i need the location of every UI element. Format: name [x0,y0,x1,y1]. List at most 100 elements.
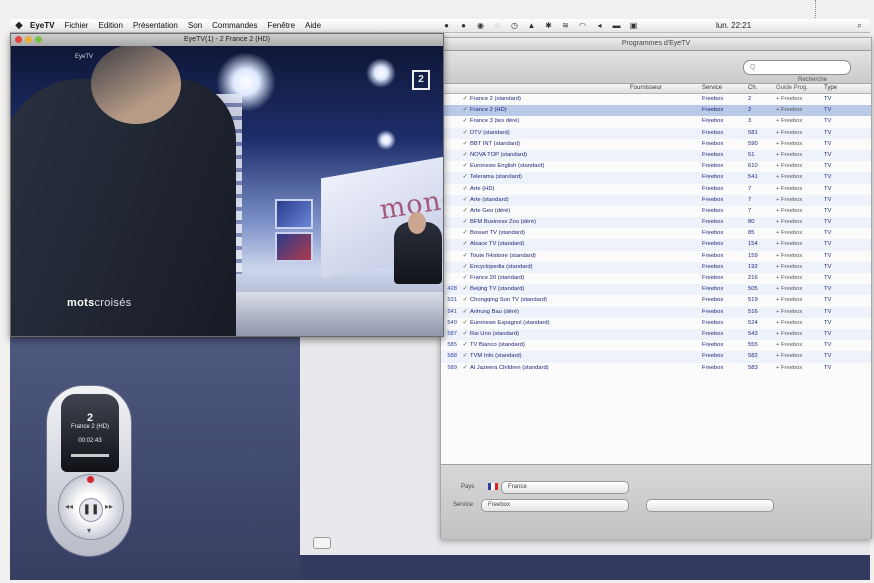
channel-check-icon[interactable]: ✓ [460,161,470,172]
service-popup[interactable]: Freebox [481,499,629,512]
channel-row[interactable]: ✓ France 2 (standard) Freebox 2 + Freebox TV [441,94,871,105]
status-battery-icon[interactable]: ▬ [612,21,621,30]
channel-check-icon[interactable]: ✓ [460,239,470,250]
channel-check-icon[interactable]: ✓ [460,128,470,139]
channel-row[interactable]: 587 ✓ Rai Uno (standard) Freebox 543 + Freebo… [441,328,871,341]
channel-check-icon[interactable]: ✓ [460,172,470,183]
channel-name: Rai Uno (standard) [470,330,519,337]
status-bluetooth-icon[interactable]: ✱ [544,21,553,30]
channel-service: Freebox [702,196,724,203]
channel-row[interactable]: 428 ✓ Beijing TV (standard) Freebox 505 + Fre… [441,284,871,296]
channel-row[interactable]: ✓ Toute l'Histoire (standard) Freebox 159 + … [441,251,871,262]
channel-check-icon[interactable]: ✓ [460,105,470,116]
channel-check-icon[interactable]: ✓ [460,262,470,273]
play-pause-button[interactable]: ❚❚ [79,498,103,522]
col-type[interactable]: Type [824,84,844,93]
channel-check-icon[interactable]: ✓ [460,94,470,105]
status-time-machine-icon[interactable]: ◷ [510,21,519,30]
channel-guide: + Freebox [776,230,803,237]
spotlight-icon[interactable]: ⌕ [857,20,862,31]
status-record-icon[interactable]: ● [459,21,468,30]
channel-row[interactable]: ✓ Bosuet TV (standard) Freebox 85 + Freebox T… [441,228,871,239]
rewind-icon[interactable]: ◂◂ [65,502,73,511]
channel-row[interactable]: ✓ Encyclopedia (standard) Freebox 192 + Free… [441,261,871,273]
country-popup[interactable]: France [501,481,629,494]
options-button[interactable] [646,499,774,512]
channel-guide: + Freebox [776,207,803,214]
channel-check-icon[interactable]: ✓ [460,184,470,195]
channel-check-icon[interactable]: ✓ [460,206,470,217]
menu-fichier[interactable]: Fichier [64,21,88,30]
channel-check-icon[interactable]: ✓ [460,351,470,362]
menu-app[interactable]: EyeTV [30,21,54,30]
zoom-button[interactable] [35,36,42,43]
programs-search-field[interactable]: Q [743,60,851,75]
minimize-button[interactable] [25,36,32,43]
menu-son[interactable]: Son [188,21,202,30]
channel-check-icon[interactable]: ✓ [460,284,470,295]
menu-aide[interactable]: Aide [305,21,321,30]
channel-check-icon[interactable]: ✓ [460,217,470,228]
channel-check-icon[interactable]: ✓ [460,329,470,340]
channel-row[interactable]: ✓ NOVA TOP (standard) Freebox 51 + Freebox TV [441,149,871,162]
status-display-icon[interactable]: ▣ [629,21,638,30]
status-airport-icon[interactable]: ≋ [561,21,570,30]
channel-check-icon[interactable]: ✓ [460,195,470,206]
desktop-item-icon[interactable] [313,537,331,549]
channel-provider [630,94,702,105]
menu-edition[interactable]: Edition [98,21,122,30]
channel-row[interactable]: ✓ Arte (HD) Freebox 7 + Freebox TV [441,184,871,195]
status-wifi-icon[interactable]: ◠ [578,21,587,30]
channel-row[interactable]: ✓ Arte (standard) Freebox 7 + Freebox TV [441,194,871,206]
channel-check-icon[interactable]: ✓ [460,273,470,284]
channel-type: TV [824,219,832,226]
status-lock-icon[interactable]: ▲ [527,21,536,30]
menu-presentation[interactable]: Présentation [133,21,178,30]
channel-check-icon[interactable]: ✓ [460,251,470,262]
channel-row[interactable]: ✓ France 20 (standard) Freebox 216 + Freebox… [441,273,871,284]
close-button[interactable] [15,36,22,43]
channel-row[interactable]: ✓ DTV (standard) Freebox 581 + Freebox TV [441,127,871,139]
col-guide[interactable]: Guide Prog. [776,84,824,93]
menu-list: EyeTV Fichier Edition Présentation Son C… [30,21,321,30]
channel-row[interactable]: ✓ Telerama (standard) Freebox 541 + Freebox T… [441,172,871,184]
status-eye-icon[interactable]: ◉ [476,21,485,30]
channel-check-icon[interactable]: ✓ [460,150,470,161]
channel-row[interactable]: ✓ France 3 (tes déré) Freebox 3 + Freebox TV [441,116,871,127]
channel-row[interactable]: 549 ✓ Euronews Espagnol (standard) Freebox 5… [441,318,871,329]
channel-row[interactable]: 541 ✓ Anhung Bau (déré) Freebox 516 + Freebox… [441,306,871,318]
channel-check-icon[interactable]: ✓ [460,340,470,351]
channel-check-icon[interactable]: ✓ [460,307,470,318]
status-volume-icon[interactable]: ◂ [595,21,604,30]
channel-row[interactable]: ✓ BBT INT (standard) Freebox 590 + Freebox TV [441,139,871,150]
col-service[interactable]: Service [702,84,748,93]
channel-row[interactable]: 589 ✓ Al Jazeera Children (standard) Freebo… [441,363,871,374]
apple-menu-icon[interactable]: ◆ [12,20,26,31]
col-provider[interactable]: Fournisseur [630,84,702,93]
channel-check-icon[interactable]: ✓ [460,295,470,306]
channel-check-icon[interactable]: ✓ [460,116,470,127]
col-check[interactable] [460,84,470,93]
status-search-icon[interactable]: ● [442,21,451,30]
channel-check-icon[interactable]: ✓ [460,318,470,329]
channel-row[interactable]: ✓ Alsace TV (standard) Freebox 154 + Freebox… [441,239,871,251]
channel-row[interactable]: ✓ BFM Business Zoo (déré) Freebox 80 + Freeb… [441,217,871,229]
channel-row[interactable]: ✓ Arte Geo (déré) Freebox 7 + Freebox TV [441,206,871,217]
channel-row[interactable]: 585 ✓ TV Bianco (standard) Freebox 555 + Free… [441,340,871,351]
menu-fenetre[interactable]: Fenêtre [267,21,295,30]
channel-row[interactable]: ✓ France 2 (HD) Freebox 2 + Freebox TV [441,105,871,117]
channel-check-icon[interactable]: ✓ [460,228,470,239]
col-channel[interactable]: Ch. [748,84,776,93]
status-sync-icon[interactable]: ◌ [493,21,502,30]
channel-check-icon[interactable]: ✓ [460,139,470,150]
channel-row[interactable]: ✓ Euronews English (standard) Freebox 610 + … [441,161,871,172]
channel-row[interactable]: 588 ✓ TVM Info (standard) Freebox 582 + Freeb… [441,351,871,363]
col-name[interactable] [470,84,630,93]
record-button[interactable] [87,476,94,483]
channel-down-icon[interactable]: ▾ [87,526,91,535]
channel-check-icon[interactable]: ✓ [460,363,470,374]
channel-row[interactable]: 531 ✓ Chongqing Sun TV (standard) Freebox 51… [441,295,871,306]
menu-clock[interactable]: lun. 22:21 [716,21,751,30]
forward-icon[interactable]: ▸▸ [105,502,113,511]
menu-commandes[interactable]: Commandes [212,21,257,30]
